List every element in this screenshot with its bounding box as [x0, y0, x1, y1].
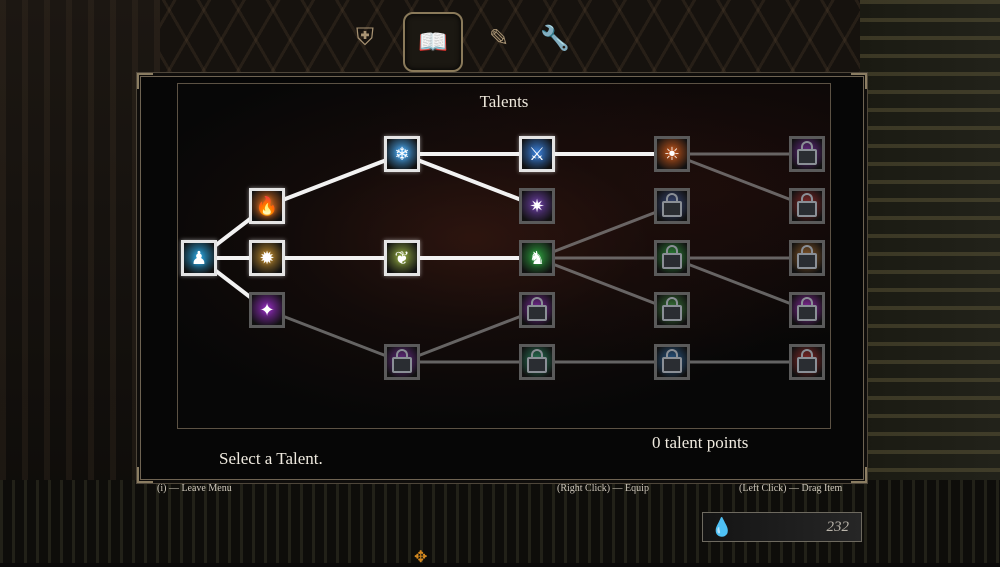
tab-gear[interactable]: ⛨ [345, 18, 385, 58]
lock-icon [662, 297, 682, 321]
book-icon: 📖 [418, 29, 448, 56]
talent-node-t4-lock-c[interactable] [654, 292, 690, 328]
talent-link [671, 152, 808, 208]
talent-node-t5-lock-d[interactable] [789, 292, 825, 328]
lock-icon [797, 193, 817, 217]
scroll-icon: ✎ [488, 25, 510, 52]
lock-icon [527, 297, 547, 321]
talent-node-t1-fire[interactable]: 🔥 [249, 188, 285, 224]
talent-node-t1-void[interactable]: ✦ [249, 292, 285, 328]
talent-link [401, 308, 538, 364]
background-left [0, 0, 160, 563]
talent-link [266, 152, 403, 208]
talent-node-t4-lock-b[interactable] [654, 240, 690, 276]
background-right [860, 0, 1000, 563]
talent-node-t2-nature[interactable]: ❦ [384, 240, 420, 276]
hint-leave-menu: (i) — Leave Menu [157, 483, 232, 494]
frame-corner [137, 467, 153, 483]
tab-map[interactable]: ✎ [479, 18, 519, 58]
talent-points-counter: 0 talent points [652, 433, 749, 452]
fire-slash-icon: 🔥 [255, 196, 279, 216]
lock-icon [662, 349, 682, 373]
tab-settings[interactable]: 🔧 [535, 18, 575, 58]
lock-icon [392, 349, 412, 373]
lock-icon [797, 349, 817, 373]
cursor-icon: ✥ [414, 549, 428, 566]
frame-corner [851, 73, 867, 89]
menu-tab-bar: ⛨ 📖 ✎ 🔧 [345, 12, 595, 74]
star-burst-icon: ✷ [529, 196, 545, 216]
talent-node-t2-ice[interactable]: ❄ [384, 136, 420, 172]
talent-node-t4-lock-d[interactable] [654, 344, 690, 380]
frame-corner [137, 73, 153, 89]
talent-link [671, 256, 808, 312]
talent-node-t5-lock-c[interactable] [789, 240, 825, 276]
talent-node-t4-lock-a[interactable] [654, 188, 690, 224]
currency-value: 232 [826, 518, 850, 535]
talent-node-t3-lock-b[interactable] [519, 344, 555, 380]
talent-node-t3-blade[interactable]: ⚔ [519, 136, 555, 172]
lock-icon [527, 349, 547, 373]
talent-link [536, 256, 673, 312]
frame-corner [851, 467, 867, 483]
currency-display: 💧 232 [702, 512, 862, 542]
void-claw-icon: ✦ [259, 300, 275, 320]
select-talent-prompt: Select a Talent. [219, 449, 323, 468]
lock-icon [797, 297, 817, 321]
talent-node-t5-lock-e[interactable] [789, 344, 825, 380]
lock-icon [662, 193, 682, 217]
lock-icon [797, 245, 817, 269]
talent-node-t3-green[interactable]: ♞ [519, 240, 555, 276]
talent-link [401, 152, 538, 208]
lock-icon [797, 141, 817, 165]
green-figure-icon: ♞ [528, 248, 546, 268]
talent-tree-area: Talents ♟ 🔥 ✹ ✦ ❄ ❦ ⚔ ✷ ♞ ☀ [177, 83, 831, 429]
nature-icon: ❦ [394, 248, 410, 268]
hint-equip: (Right Click) — Equip [557, 483, 649, 494]
talent-node-t3-star[interactable]: ✷ [519, 188, 555, 224]
tab-talents[interactable]: 📖 [403, 12, 463, 72]
talent-node-root[interactable]: ♟ [181, 240, 217, 276]
lock-icon [662, 245, 682, 269]
talent-link [536, 204, 673, 260]
talent-node-t2-lock[interactable] [384, 344, 420, 380]
wrench-icon: 🔧 [540, 25, 570, 52]
talent-node-t5-lock-b[interactable] [789, 188, 825, 224]
hint-drag-item: (Left Click) — Drag Item [739, 483, 843, 494]
armor-icon: ⛨ [356, 24, 374, 51]
burst-icon: ✹ [259, 248, 275, 268]
fire-orb-icon: ☀ [663, 144, 681, 164]
blade-icon: ⚔ [528, 144, 546, 164]
talent-node-t5-lock-a[interactable] [789, 136, 825, 172]
talent-node-t3-lock-a[interactable] [519, 292, 555, 328]
talent-link [266, 308, 403, 364]
ice-crystal-icon: ❄ [394, 144, 410, 164]
talent-node-t4-orb[interactable]: ☀ [654, 136, 690, 172]
shadow-figure-icon: ♟ [190, 248, 208, 268]
talents-panel: Talents ♟ 🔥 ✹ ✦ ❄ ❦ ⚔ ✷ ♞ ☀ [137, 73, 867, 483]
talent-node-t1-burst[interactable]: ✹ [249, 240, 285, 276]
soul-drop-icon: 💧 [710, 516, 734, 537]
